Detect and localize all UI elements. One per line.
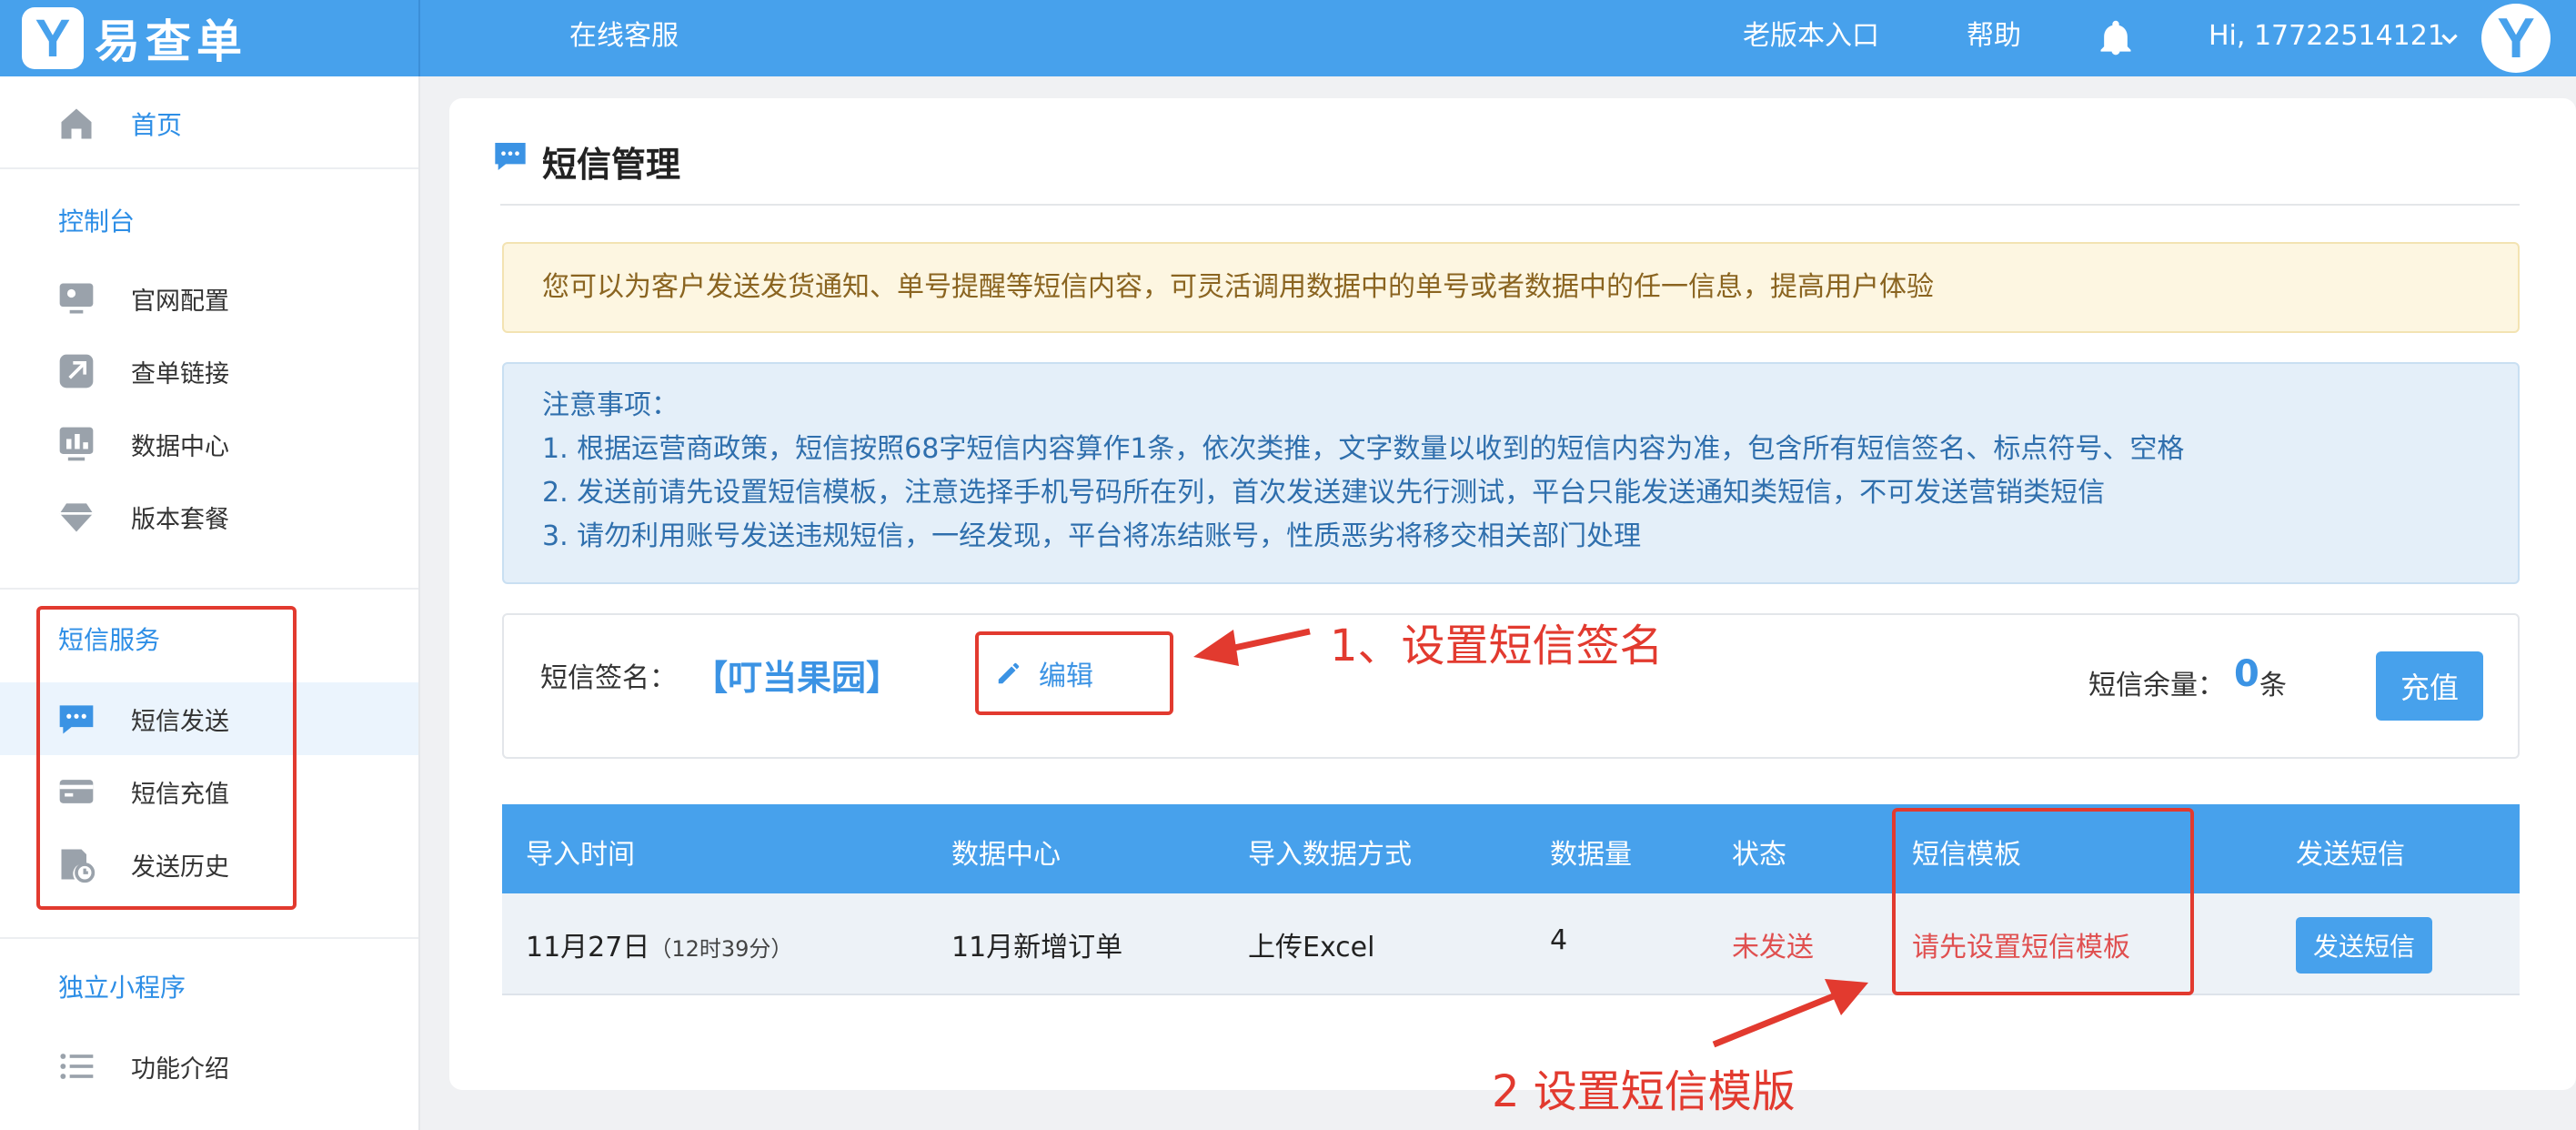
column-header: 导入时间 (526, 839, 635, 871)
page-title: 短信管理 (542, 145, 681, 185)
status-cell: 未发送 (1732, 932, 1814, 964)
sms-balance-unit: 条 (2259, 670, 2287, 701)
column-header: 状态 (1732, 839, 1786, 871)
diamond-icon (59, 503, 94, 532)
attention-notice: 注意事项： 1. 根据运营商政策，短信按照68字短信内容算作1条，依次类推，文字… (502, 362, 2520, 584)
signature-value: 【叮当果园】 (693, 658, 901, 698)
notice-line: 2. 发送前请先设置短信模板，注意选择手机号码所在列，首次发送建议先行测试，平台… (542, 477, 2106, 509)
notice-line: 3. 请勿利用账号发送违规短信，一经发现，平台将冻结账号，性质恶劣将移交相关部门… (542, 520, 1642, 552)
sidebar-item-label: 官网配置 (131, 287, 229, 316)
import-time-cell: 11月27日（12时39分） (526, 924, 792, 964)
sidebar-divider (0, 937, 418, 939)
list-icon (60, 1054, 94, 1079)
sidebar-item-home[interactable]: 首页 (0, 87, 418, 160)
monitor-icon (59, 283, 94, 314)
column-header: 导入数据方式 (1248, 839, 1412, 871)
signature-label: 短信签名： (540, 662, 677, 694)
annotation-step-2: 2 设置短信模版 (1492, 1066, 1796, 1117)
column-header: 数据中心 (951, 839, 1061, 871)
table-row (502, 893, 2520, 995)
sidebar-item-query-link[interactable]: 查单链接 (0, 335, 418, 408)
annotation-box-edit (975, 631, 1173, 715)
sms-balance-label: 短信余量： (2088, 670, 2225, 701)
annotation-box-sms-menu (36, 606, 297, 910)
recharge-button[interactable]: 充值 (2376, 651, 2483, 721)
sidebar-item-plans[interactable]: 版本套餐 (0, 480, 418, 553)
table-header (502, 804, 2520, 893)
top-bar: Y 易查单 在线客服 老版本入口 帮助 Hi, 17722514121 Y (0, 0, 2576, 76)
info-notice: 您可以为客户发送发货通知、单号提醒等短信内容，可灵活调用数据中的单号或者数据中的… (502, 242, 2520, 333)
link-icon (59, 354, 94, 388)
home-icon (61, 108, 92, 139)
annotation-box-template (1892, 808, 2194, 995)
notice-title: 注意事项： (542, 389, 679, 421)
import-time: （12时39分） (649, 936, 793, 962)
sidebar-item-label: 查单链接 (131, 359, 229, 388)
sidebar-item-label: 数据中心 (131, 432, 229, 461)
sidebar-item-data-center[interactable]: 数据中心 (0, 408, 418, 480)
sidebar-item-feature-intro[interactable]: 功能介绍 (0, 1030, 418, 1103)
sidebar-item-site-config[interactable]: 官网配置 (0, 262, 418, 335)
column-header: 发送短信 (2296, 839, 2405, 871)
notice-line: 1. 根据运营商政策，短信按照68字短信内容算作1条，依次类推，文字数量以收到的… (542, 433, 2185, 465)
sidebar-divider (0, 167, 418, 169)
sms-balance-value: 0 (2234, 653, 2259, 695)
logo-mark: Y (22, 7, 84, 69)
logo-text: 易查单 (95, 15, 247, 68)
title-divider (500, 204, 2520, 206)
chevron-down-icon[interactable] (2438, 27, 2461, 51)
bell-icon[interactable] (2096, 18, 2136, 58)
chat-icon (495, 143, 526, 170)
send-sms-button[interactable]: 发送短信 (2296, 917, 2432, 974)
logo[interactable]: Y 易查单 (0, 0, 420, 76)
import-date: 11月27日 (526, 932, 650, 964)
annotation-step-1: 1、设置短信签名 (1330, 620, 1664, 671)
sidebar-divider (0, 588, 418, 590)
help-link[interactable]: 帮助 (1967, 0, 2021, 76)
column-header: 数据量 (1550, 839, 1632, 871)
sidebar-section-console: 控制台 (58, 207, 136, 237)
old-version-link[interactable]: 老版本入口 (1743, 0, 1879, 76)
avatar[interactable]: Y (2481, 4, 2551, 73)
online-service-link[interactable]: 在线客服 (569, 0, 679, 76)
data-center-cell: 11月新增订单 (951, 932, 1123, 964)
user-account[interactable]: Hi, 17722514121 (2209, 0, 2445, 76)
data-count-cell: 4 (1550, 924, 1568, 956)
sidebar-item-label: 首页 (131, 110, 183, 140)
sidebar-item-label: 版本套餐 (131, 505, 229, 534)
sidebar-item-label: 功能介绍 (131, 1054, 229, 1084)
import-method-cell: 上传Excel (1248, 932, 1375, 964)
sidebar-section-mini-program: 独立小程序 (58, 973, 186, 1003)
chart-icon (59, 427, 94, 461)
